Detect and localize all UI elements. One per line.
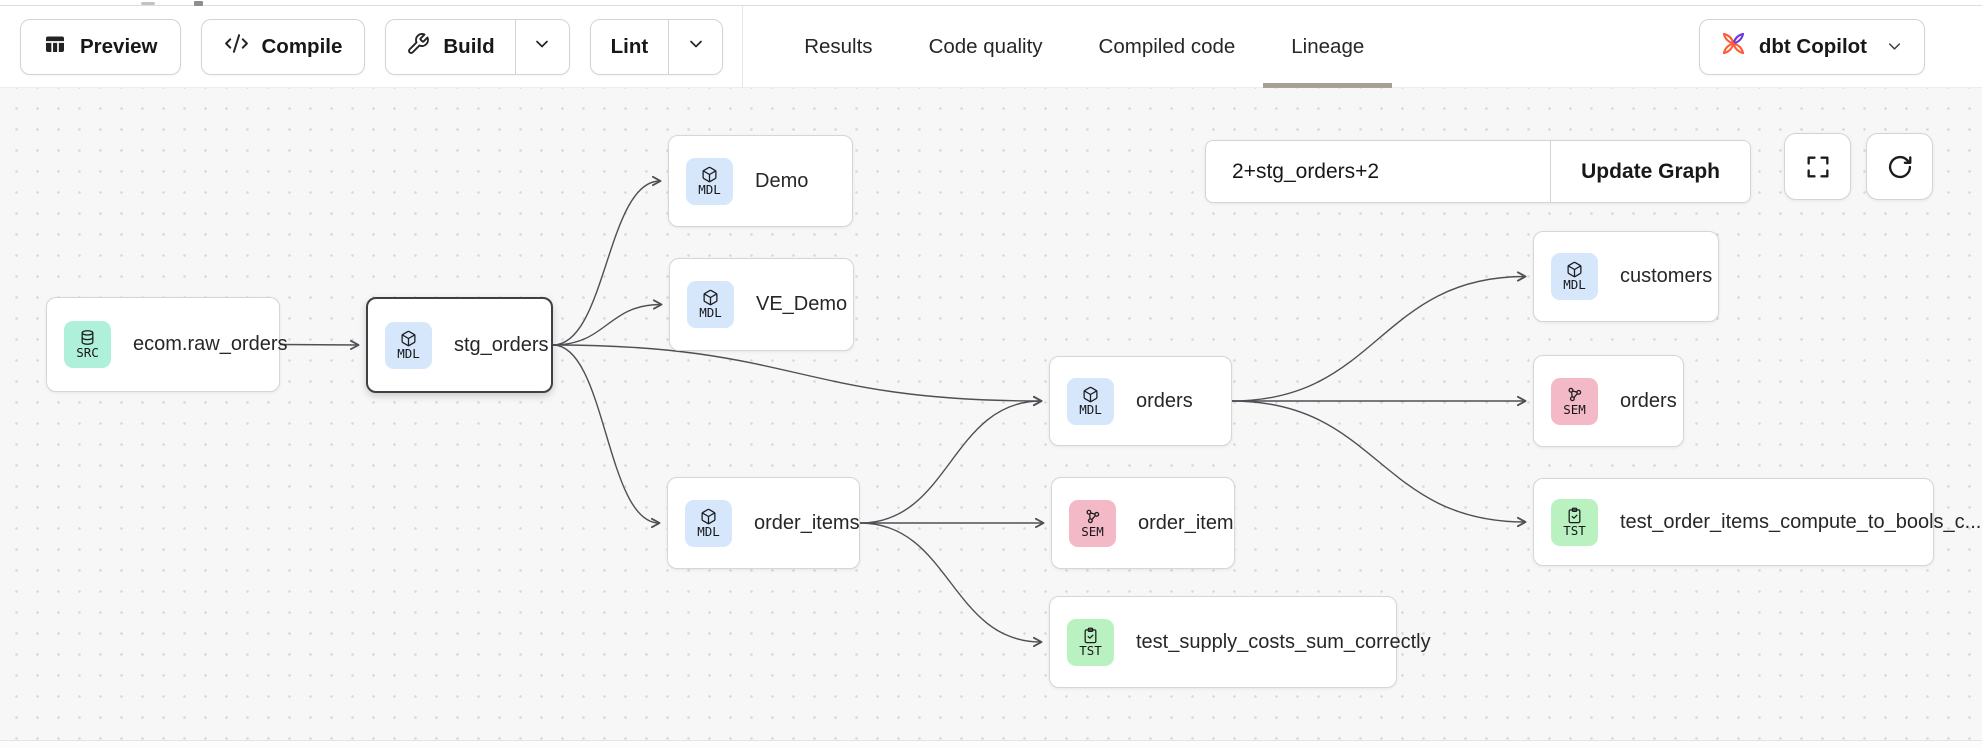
node-label: stg_orders <box>454 334 549 357</box>
code-icon <box>224 31 249 62</box>
update-graph-button[interactable]: Update Graph <box>1550 141 1750 202</box>
chevron-down-icon <box>686 34 706 59</box>
database-icon <box>79 329 96 346</box>
semantic-graph-icon <box>1566 386 1583 403</box>
build-split-button: Build <box>385 19 569 75</box>
node-label: VE_Demo <box>756 293 847 316</box>
lineage-node-orders_model[interactable]: MDL orders <box>1049 356 1232 446</box>
node-label: order_items <box>754 512 860 535</box>
cube-icon <box>400 330 417 347</box>
results-tabs: Results Code quality Compiled code Linea… <box>776 6 1392 88</box>
fullscreen-icon <box>1804 153 1832 181</box>
wrench-icon <box>406 32 430 62</box>
preview-label: Preview <box>80 35 158 59</box>
node-type-chip: SEM <box>1069 500 1116 547</box>
toolbar-divider <box>742 6 743 88</box>
node-label: ecom.raw_orders <box>133 333 288 356</box>
copilot-label: dbt Copilot <box>1759 35 1867 59</box>
lineage-selector-input[interactable] <box>1206 141 1550 202</box>
lineage-node-stg_orders[interactable]: MDL stg_orders <box>366 297 553 393</box>
build-label: Build <box>443 35 494 59</box>
lineage-node-order_items[interactable]: MDL order_items <box>667 477 860 569</box>
lineage-node-test_order_items[interactable]: TST test_order_items_compute_to_bools_c.… <box>1533 478 1934 566</box>
semantic-graph-icon <box>1084 508 1101 525</box>
node-type-chip: SEM <box>1551 378 1598 425</box>
chevron-down-icon <box>532 34 552 59</box>
node-type-chip: TST <box>1551 499 1598 546</box>
lineage-node-test_supply[interactable]: TST test_supply_costs_sum_correctly <box>1049 596 1397 688</box>
lint-split-button: Lint <box>590 19 724 75</box>
cube-icon <box>1082 386 1099 403</box>
lint-button[interactable]: Lint <box>591 20 669 74</box>
compile-label: Compile <box>262 35 343 59</box>
cube-icon <box>1566 261 1583 278</box>
compile-button[interactable]: Compile <box>201 19 366 75</box>
lineage-selector-panel: Update Graph <box>1205 140 1751 203</box>
node-label: test_order_items_compute_to_bools_c... <box>1620 511 1981 534</box>
lineage-node-order_item_sem[interactable]: SEM order_item <box>1051 477 1235 569</box>
node-type-chip: MDL <box>685 500 732 547</box>
node-type-chip: MDL <box>385 322 432 369</box>
cube-icon <box>701 166 718 183</box>
lint-options-caret[interactable] <box>668 20 722 74</box>
tab-code-quality[interactable]: Code quality <box>901 6 1071 88</box>
clipboard-check-icon <box>1082 627 1099 644</box>
node-label: Demo <box>755 170 808 193</box>
lineage-node-demo[interactable]: MDL Demo <box>668 135 853 227</box>
tab-handle-mark <box>141 2 155 5</box>
lint-label: Lint <box>611 35 649 59</box>
node-label: orders <box>1136 390 1193 413</box>
clipboard-check-icon <box>1566 507 1583 524</box>
node-type-chip: MDL <box>1551 253 1598 300</box>
build-options-caret[interactable] <box>515 20 569 74</box>
fullscreen-button[interactable] <box>1784 133 1851 200</box>
preview-button[interactable]: Preview <box>20 19 181 75</box>
lineage-node-ecom_raw_orders[interactable]: SRC ecom.raw_orders <box>46 297 280 392</box>
node-type-chip: MDL <box>1067 378 1114 425</box>
dbt-copilot-button[interactable]: dbt Copilot <box>1699 19 1925 75</box>
dbt-logo-icon <box>1720 30 1747 63</box>
build-button[interactable]: Build <box>386 20 514 74</box>
tab-compiled-code[interactable]: Compiled code <box>1071 6 1264 88</box>
chevron-down-icon <box>1885 37 1904 56</box>
node-type-chip: TST <box>1067 619 1114 666</box>
node-label: orders <box>1620 390 1677 413</box>
tab-lineage[interactable]: Lineage <box>1263 6 1392 88</box>
node-label: test_supply_costs_sum_correctly <box>1136 631 1431 654</box>
refresh-graph-button[interactable] <box>1866 133 1933 200</box>
lineage-node-ve_demo[interactable]: MDL VE_Demo <box>669 258 854 351</box>
table-icon <box>43 32 67 62</box>
ide-window: Preview Compile Build Lint <box>0 0 1982 748</box>
results-toolbar: Preview Compile Build Lint <box>0 6 1982 88</box>
node-label: customers <box>1620 265 1712 288</box>
lineage-node-customers[interactable]: MDL customers <box>1533 231 1719 322</box>
tab-results[interactable]: Results <box>776 6 900 88</box>
lineage-node-orders_sem[interactable]: SEM orders <box>1533 355 1684 447</box>
node-label: order_item <box>1138 512 1234 535</box>
node-type-chip: SRC <box>64 321 111 368</box>
node-type-chip: MDL <box>686 158 733 205</box>
cube-icon <box>700 508 717 525</box>
cube-icon <box>702 289 719 306</box>
node-type-chip: MDL <box>687 281 734 328</box>
lineage-canvas[interactable]: SRC ecom.raw_orders MDL stg_orders MDL D… <box>0 88 1982 740</box>
refresh-icon <box>1886 153 1914 181</box>
bottom-panel-edge <box>0 740 1982 748</box>
